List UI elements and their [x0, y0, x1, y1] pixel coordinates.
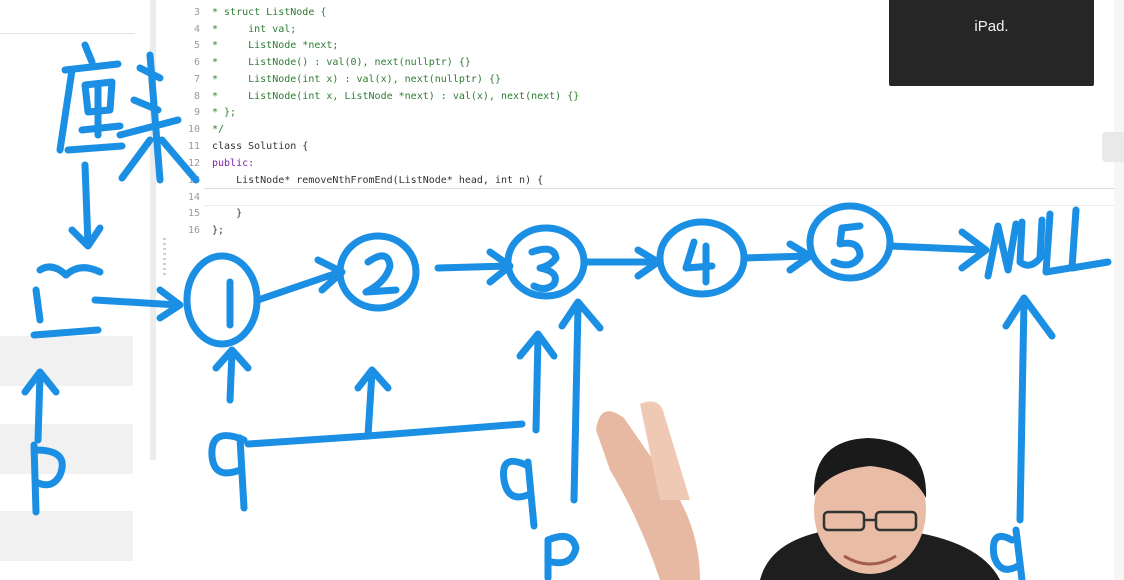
- presenter-webcam: [596, 401, 1000, 580]
